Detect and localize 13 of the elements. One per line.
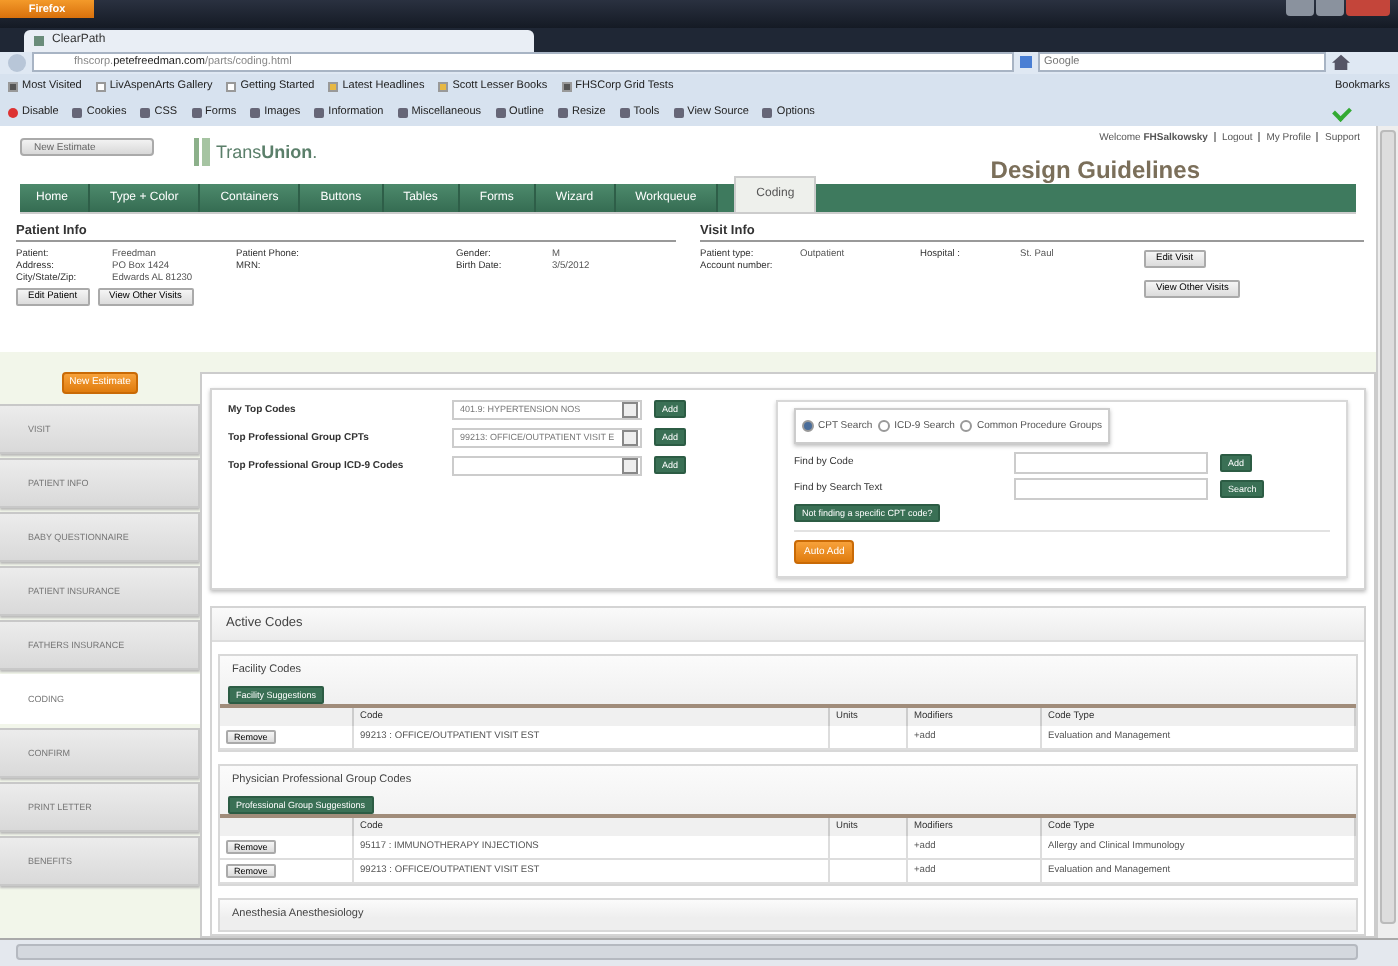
input-field[interactable] — [1014, 451, 1208, 474]
logo-mark-icon — [194, 137, 210, 166]
input-field[interactable] — [1014, 477, 1208, 500]
logo: TransUnion. — [216, 141, 318, 162]
home-icon[interactable] — [1332, 54, 1350, 71]
back-icon[interactable] — [8, 53, 26, 72]
maximize-icon[interactable] — [1316, 0, 1344, 16]
horizontal-scrollbar[interactable] — [0, 938, 1398, 966]
minimize-icon[interactable] — [1286, 0, 1314, 16]
close-icon[interactable] — [1346, 0, 1390, 16]
vertical-scrollbar[interactable] — [1376, 125, 1398, 939]
select-field[interactable] — [452, 455, 642, 476]
page-title: Design Guidelines — [990, 155, 1200, 184]
